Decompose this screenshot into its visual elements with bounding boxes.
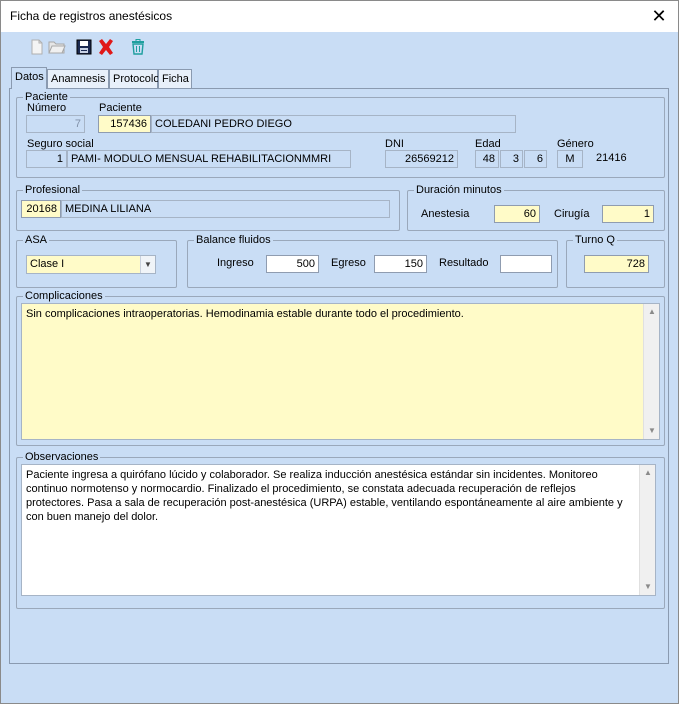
- profesional-group-label: Profesional: [23, 184, 83, 197]
- asa-selected-value: Clase I: [30, 258, 65, 270]
- edad-anios-field[interactable]: 48: [475, 150, 499, 168]
- numero-field[interactable]: 7: [26, 115, 85, 133]
- observaciones-group-label: Observaciones: [23, 451, 101, 464]
- new-icon[interactable]: [26, 36, 48, 58]
- egreso-label: Egreso: [331, 257, 366, 269]
- observaciones-textarea[interactable]: Paciente ingresa a quirófano lúcido y co…: [21, 464, 656, 596]
- scroll-up-icon[interactable]: ▲: [640, 465, 655, 481]
- complicaciones-text: Sin complicaciones intraoperatorias. Hem…: [26, 308, 464, 320]
- profesional-nombre-field[interactable]: MEDINA LILIANA: [61, 200, 390, 218]
- complicaciones-group-label: Complicaciones: [23, 290, 105, 303]
- complicaciones-textarea[interactable]: Sin complicaciones intraoperatorias. Hem…: [21, 303, 660, 440]
- complicaciones-scrollbar[interactable]: ▲ ▼: [643, 304, 659, 439]
- title-bar: Ficha de registros anestésicos ✕: [1, 1, 678, 32]
- tab-anamnesis[interactable]: Anamnesis: [47, 69, 109, 89]
- turno-group-label: Turno Q: [573, 234, 617, 247]
- asa-group-label: ASA: [23, 234, 50, 247]
- paciente-nombre-field[interactable]: COLEDANI PEDRO DIEGO: [151, 115, 516, 133]
- tab-datos[interactable]: Datos: [11, 67, 47, 89]
- tab-ficha[interactable]: Ficha: [158, 69, 192, 89]
- chevron-down-icon[interactable]: ▼: [140, 256, 155, 273]
- tab-protocolo[interactable]: Protocolo: [109, 69, 159, 89]
- observaciones-text: Paciente ingresa a quirófano lúcido y co…: [26, 469, 623, 523]
- numero-label: Número: [27, 102, 67, 114]
- close-icon[interactable]: ✕: [648, 4, 670, 28]
- delete-icon[interactable]: [95, 36, 117, 58]
- balance-group-label: Balance fluidos: [194, 234, 273, 247]
- genero-code: 21416: [596, 152, 627, 164]
- toolbar: [1, 32, 678, 62]
- cirugia-label: Cirugía: [554, 208, 590, 220]
- trash-icon[interactable]: [127, 36, 149, 58]
- cirugia-field[interactable]: 1: [602, 205, 654, 223]
- edad-label: Edad: [475, 138, 501, 150]
- observaciones-scrollbar[interactable]: ▲ ▼: [639, 465, 655, 595]
- duracion-group-label: Duración minutos: [414, 184, 504, 197]
- ingreso-field[interactable]: 500: [266, 255, 319, 273]
- anestesia-label: Anestesia: [421, 208, 470, 220]
- resultado-label: Resultado: [439, 257, 489, 269]
- dni-label: DNI: [385, 138, 404, 150]
- turno-field[interactable]: 728: [584, 255, 649, 273]
- edad-dias-field[interactable]: 6: [524, 150, 547, 168]
- resultado-field[interactable]: [500, 255, 552, 273]
- paciente-id-field[interactable]: 157436: [98, 115, 151, 133]
- seguro-label: Seguro social: [27, 138, 94, 150]
- asa-select[interactable]: Clase I ▼: [26, 255, 156, 274]
- genero-field[interactable]: M: [557, 150, 583, 168]
- scroll-down-icon[interactable]: ▼: [644, 423, 659, 439]
- seguro-id-field[interactable]: 1: [26, 150, 67, 168]
- seguro-nombre-field[interactable]: PAMI- MODULO MENSUAL REHABILITACIONMMRI: [67, 150, 351, 168]
- egreso-field[interactable]: 150: [374, 255, 427, 273]
- window-title: Ficha de registros anestésicos: [10, 9, 173, 23]
- dni-field[interactable]: 26569212: [385, 150, 458, 168]
- profesional-id-field[interactable]: 20168: [21, 200, 61, 218]
- window: Ficha de registros anestésicos ✕ Datos A…: [0, 0, 679, 704]
- scroll-up-icon[interactable]: ▲: [644, 304, 659, 320]
- open-folder-icon[interactable]: [46, 36, 68, 58]
- anestesia-field[interactable]: 60: [494, 205, 540, 223]
- save-icon[interactable]: [73, 36, 95, 58]
- edad-meses-field[interactable]: 3: [500, 150, 523, 168]
- ingreso-label: Ingreso: [217, 257, 254, 269]
- genero-label: Género: [557, 138, 594, 150]
- paciente-label: Paciente: [99, 102, 142, 114]
- scroll-down-icon[interactable]: ▼: [640, 579, 655, 595]
